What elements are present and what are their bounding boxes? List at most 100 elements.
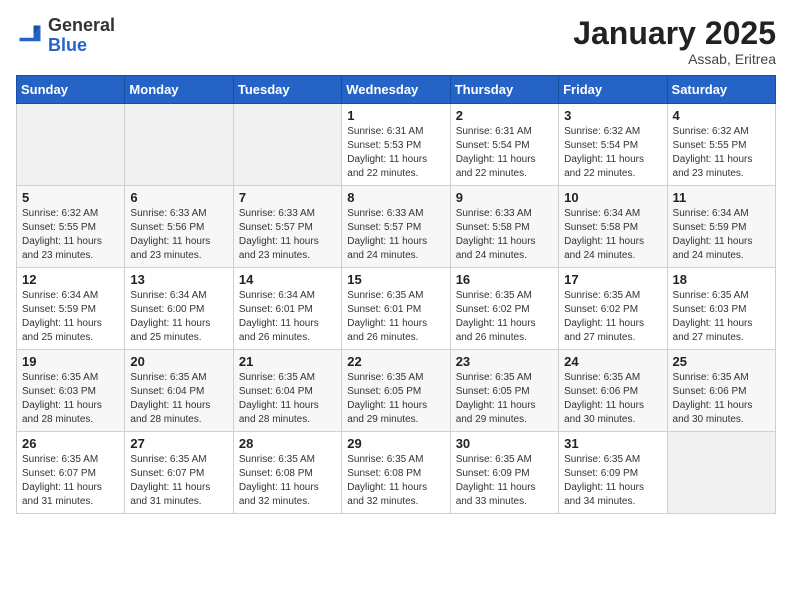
calendar-cell: 24 Sunrise: 6:35 AM Sunset: 6:06 PM Dayli… xyxy=(559,350,667,432)
day-number: 23 xyxy=(456,354,553,369)
calendar-cell: 28 Sunrise: 6:35 AM Sunset: 6:08 PM Dayli… xyxy=(233,432,341,514)
calendar-table: SundayMondayTuesdayWednesdayThursdayFrid… xyxy=(16,75,776,514)
day-number: 22 xyxy=(347,354,444,369)
title-block: January 2025 Assab, Eritrea xyxy=(573,16,776,67)
day-number: 9 xyxy=(456,190,553,205)
weekday-header-thursday: Thursday xyxy=(450,76,558,104)
calendar-cell: 1 Sunrise: 6:31 AM Sunset: 5:53 PM Daylig… xyxy=(342,104,450,186)
calendar-week-1: 1 Sunrise: 6:31 AM Sunset: 5:53 PM Daylig… xyxy=(17,104,776,186)
calendar-cell: 17Sunrise: 6:35 AM Sunset: 6:02 PM Dayli… xyxy=(559,268,667,350)
day-info: Sunrise: 6:32 AM Sunset: 5:54 PM Dayligh… xyxy=(564,125,661,181)
logo: General Blue xyxy=(16,16,115,56)
day-number: 11 xyxy=(673,190,770,205)
calendar-cell: 12 Sunrise: 6:34 AM Sunset: 5:59 PM Dayli… xyxy=(17,268,125,350)
day-number: 20 xyxy=(130,354,227,369)
day-info: Sunrise: 6:35 AM Sunset: 6:08 PM Dayligh… xyxy=(239,453,336,509)
calendar-cell xyxy=(125,104,233,186)
day-number: 5 xyxy=(22,190,119,205)
day-info: Sunrise: 6:35 AM Sunset: 6:05 PM Dayligh… xyxy=(347,371,444,427)
calendar-cell: 31Sunrise: 6:35 AM Sunset: 6:09 PM Dayli… xyxy=(559,432,667,514)
logo-blue: Blue xyxy=(48,35,87,55)
calendar-cell: 15 Sunrise: 6:35 AM Sunset: 6:01 PM Dayli… xyxy=(342,268,450,350)
day-number: 21 xyxy=(239,354,336,369)
day-info: Sunrise: 6:35 AM Sunset: 6:04 PM Dayligh… xyxy=(130,371,227,427)
day-info: Sunrise: 6:35 AM Sunset: 6:06 PM Dayligh… xyxy=(673,371,770,427)
logo-text: General Blue xyxy=(48,16,115,56)
day-number: 25 xyxy=(673,354,770,369)
weekday-header-friday: Friday xyxy=(559,76,667,104)
day-info: Sunrise: 6:32 AM Sunset: 5:55 PM Dayligh… xyxy=(673,125,770,181)
weekday-header-monday: Monday xyxy=(125,76,233,104)
weekday-header-sunday: Sunday xyxy=(17,76,125,104)
day-info: Sunrise: 6:35 AM Sunset: 6:03 PM Dayligh… xyxy=(22,371,119,427)
day-number: 19 xyxy=(22,354,119,369)
day-info: Sunrise: 6:34 AM Sunset: 6:01 PM Dayligh… xyxy=(239,289,336,345)
calendar-cell: 7 Sunrise: 6:33 AM Sunset: 5:57 PM Daylig… xyxy=(233,186,341,268)
calendar-cell: 30 Sunrise: 6:35 AM Sunset: 6:09 PM Dayli… xyxy=(450,432,558,514)
day-info: Sunrise: 6:35 AM Sunset: 6:06 PM Dayligh… xyxy=(564,371,661,427)
day-info: Sunrise: 6:33 AM Sunset: 5:58 PM Dayligh… xyxy=(456,207,553,263)
day-number: 17 xyxy=(564,272,661,287)
calendar-cell xyxy=(233,104,341,186)
day-info: Sunrise: 6:31 AM Sunset: 5:53 PM Dayligh… xyxy=(347,125,444,181)
calendar-cell: 8 Sunrise: 6:33 AM Sunset: 5:57 PM Daylig… xyxy=(342,186,450,268)
calendar-week-4: 19 Sunrise: 6:35 AM Sunset: 6:03 PM Dayli… xyxy=(17,350,776,432)
calendar-cell: 13 Sunrise: 6:34 AM Sunset: 6:00 PM Dayli… xyxy=(125,268,233,350)
day-info: Sunrise: 6:35 AM Sunset: 6:01 PM Dayligh… xyxy=(347,289,444,345)
day-number: 27 xyxy=(130,436,227,451)
day-info: Sunrise: 6:35 AM Sunset: 6:09 PM Dayligh… xyxy=(456,453,553,509)
day-number: 1 xyxy=(347,108,444,123)
day-info: Sunrise: 6:34 AM Sunset: 6:00 PM Dayligh… xyxy=(130,289,227,345)
day-number: 12 xyxy=(22,272,119,287)
calendar-week-2: 5Sunrise: 6:32 AM Sunset: 5:55 PM Daylig… xyxy=(17,186,776,268)
calendar-cell: 5Sunrise: 6:32 AM Sunset: 5:55 PM Daylig… xyxy=(17,186,125,268)
day-number: 28 xyxy=(239,436,336,451)
day-info: Sunrise: 6:33 AM Sunset: 5:57 PM Dayligh… xyxy=(347,207,444,263)
calendar-cell: 4 Sunrise: 6:32 AM Sunset: 5:55 PM Daylig… xyxy=(667,104,775,186)
day-info: Sunrise: 6:33 AM Sunset: 5:57 PM Dayligh… xyxy=(239,207,336,263)
calendar-cell: 19 Sunrise: 6:35 AM Sunset: 6:03 PM Dayli… xyxy=(17,350,125,432)
weekday-header-saturday: Saturday xyxy=(667,76,775,104)
calendar-week-3: 12 Sunrise: 6:34 AM Sunset: 5:59 PM Dayli… xyxy=(17,268,776,350)
day-info: Sunrise: 6:33 AM Sunset: 5:56 PM Dayligh… xyxy=(130,207,227,263)
day-info: Sunrise: 6:34 AM Sunset: 5:59 PM Dayligh… xyxy=(22,289,119,345)
calendar-cell: 26 Sunrise: 6:35 AM Sunset: 6:07 PM Dayli… xyxy=(17,432,125,514)
calendar-cell: 23Sunrise: 6:35 AM Sunset: 6:05 PM Dayli… xyxy=(450,350,558,432)
weekday-header-wednesday: Wednesday xyxy=(342,76,450,104)
day-number: 15 xyxy=(347,272,444,287)
day-info: Sunrise: 6:34 AM Sunset: 5:58 PM Dayligh… xyxy=(564,207,661,263)
calendar-cell: 18Sunrise: 6:35 AM Sunset: 6:03 PM Dayli… xyxy=(667,268,775,350)
day-number: 8 xyxy=(347,190,444,205)
page-header: General Blue January 2025 Assab, Eritrea xyxy=(16,16,776,67)
calendar-cell: 10Sunrise: 6:34 AM Sunset: 5:58 PM Dayli… xyxy=(559,186,667,268)
day-info: Sunrise: 6:35 AM Sunset: 6:04 PM Dayligh… xyxy=(239,371,336,427)
day-number: 26 xyxy=(22,436,119,451)
day-number: 29 xyxy=(347,436,444,451)
calendar-cell: 6Sunrise: 6:33 AM Sunset: 5:56 PM Daylig… xyxy=(125,186,233,268)
day-number: 7 xyxy=(239,190,336,205)
logo-icon xyxy=(16,22,44,50)
location-subtitle: Assab, Eritrea xyxy=(573,51,776,67)
day-number: 3 xyxy=(564,108,661,123)
calendar-cell: 27 Sunrise: 6:35 AM Sunset: 6:07 PM Dayli… xyxy=(125,432,233,514)
day-number: 14 xyxy=(239,272,336,287)
day-number: 13 xyxy=(130,272,227,287)
day-number: 30 xyxy=(456,436,553,451)
calendar-cell: 29Sunrise: 6:35 AM Sunset: 6:08 PM Dayli… xyxy=(342,432,450,514)
day-info: Sunrise: 6:35 AM Sunset: 6:03 PM Dayligh… xyxy=(673,289,770,345)
month-title: January 2025 xyxy=(573,16,776,51)
day-info: Sunrise: 6:35 AM Sunset: 6:02 PM Dayligh… xyxy=(456,289,553,345)
day-number: 24 xyxy=(564,354,661,369)
calendar-cell xyxy=(17,104,125,186)
calendar-cell: 25 Sunrise: 6:35 AM Sunset: 6:06 PM Dayli… xyxy=(667,350,775,432)
day-number: 16 xyxy=(456,272,553,287)
day-info: Sunrise: 6:35 AM Sunset: 6:07 PM Dayligh… xyxy=(130,453,227,509)
calendar-cell: 22 Sunrise: 6:35 AM Sunset: 6:05 PM Dayli… xyxy=(342,350,450,432)
day-info: Sunrise: 6:35 AM Sunset: 6:07 PM Dayligh… xyxy=(22,453,119,509)
day-number: 4 xyxy=(673,108,770,123)
day-info: Sunrise: 6:31 AM Sunset: 5:54 PM Dayligh… xyxy=(456,125,553,181)
logo-general: General xyxy=(48,15,115,35)
calendar-cell: 16 Sunrise: 6:35 AM Sunset: 6:02 PM Dayli… xyxy=(450,268,558,350)
calendar-cell xyxy=(667,432,775,514)
day-number: 31 xyxy=(564,436,661,451)
